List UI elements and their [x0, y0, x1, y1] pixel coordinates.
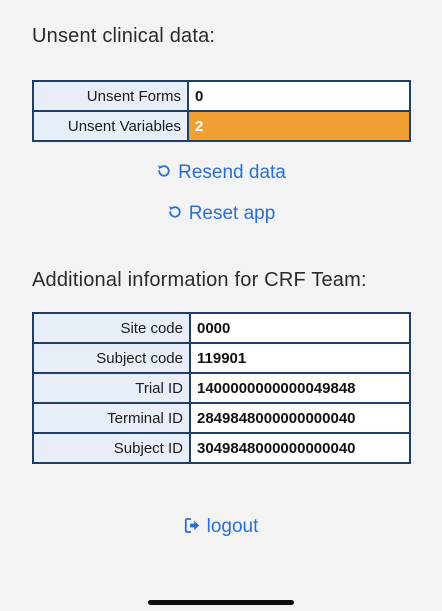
resend-data-button[interactable]: Resend data — [0, 162, 442, 184]
logout-label: logout — [206, 516, 259, 537]
unsent-data-title: Unsent clinical data: — [32, 25, 216, 47]
subject-id-value: 3049848000000000040 — [189, 432, 411, 464]
logout-button[interactable]: logout — [0, 516, 442, 539]
unsent-variables-value: 2 — [187, 110, 411, 142]
crf-info-title: Additional information for CRF Team: — [32, 269, 367, 291]
trial-id-value: 1400000000000049848 — [189, 372, 411, 404]
reset-app-button[interactable]: Reset app — [0, 203, 442, 225]
terminal-id-value: 2849848000000000040 — [189, 402, 411, 434]
table-row: Subject code 119901 — [32, 342, 411, 374]
unsent-data-table: Unsent Forms 0 Unsent Variables 2 — [32, 80, 411, 142]
table-row: Subject ID 3049848000000000040 — [32, 432, 411, 464]
unsent-variables-label: Unsent Variables — [32, 110, 189, 142]
sync-status-screen: Unsent clinical data: Unsent Forms 0 Uns… — [0, 0, 442, 611]
unsent-forms-value: 0 — [187, 80, 411, 112]
reset-app-label: Reset app — [188, 203, 276, 224]
terminal-id-label: Terminal ID — [32, 402, 191, 434]
table-row: Trial ID 1400000000000049848 — [32, 372, 411, 404]
subject-code-label: Subject code — [32, 342, 191, 374]
unsent-forms-label: Unsent Forms — [32, 80, 189, 112]
table-row: Unsent Variables 2 — [32, 110, 411, 142]
resend-data-label: Resend data — [178, 162, 286, 183]
site-code-value: 0000 — [189, 312, 411, 344]
refresh-icon — [167, 204, 183, 225]
table-row: Terminal ID 2849848000000000040 — [32, 402, 411, 434]
home-indicator[interactable] — [148, 600, 294, 605]
site-code-label: Site code — [32, 312, 191, 344]
subject-code-value: 119901 — [189, 342, 411, 374]
subject-id-label: Subject ID — [32, 432, 191, 464]
refresh-icon — [156, 163, 172, 184]
trial-id-label: Trial ID — [32, 372, 191, 404]
table-row: Site code 0000 — [32, 312, 411, 344]
crf-info-table: Site code 0000 Subject code 119901 Trial… — [32, 312, 411, 464]
sign-out-icon — [184, 517, 201, 539]
table-row: Unsent Forms 0 — [32, 80, 411, 112]
